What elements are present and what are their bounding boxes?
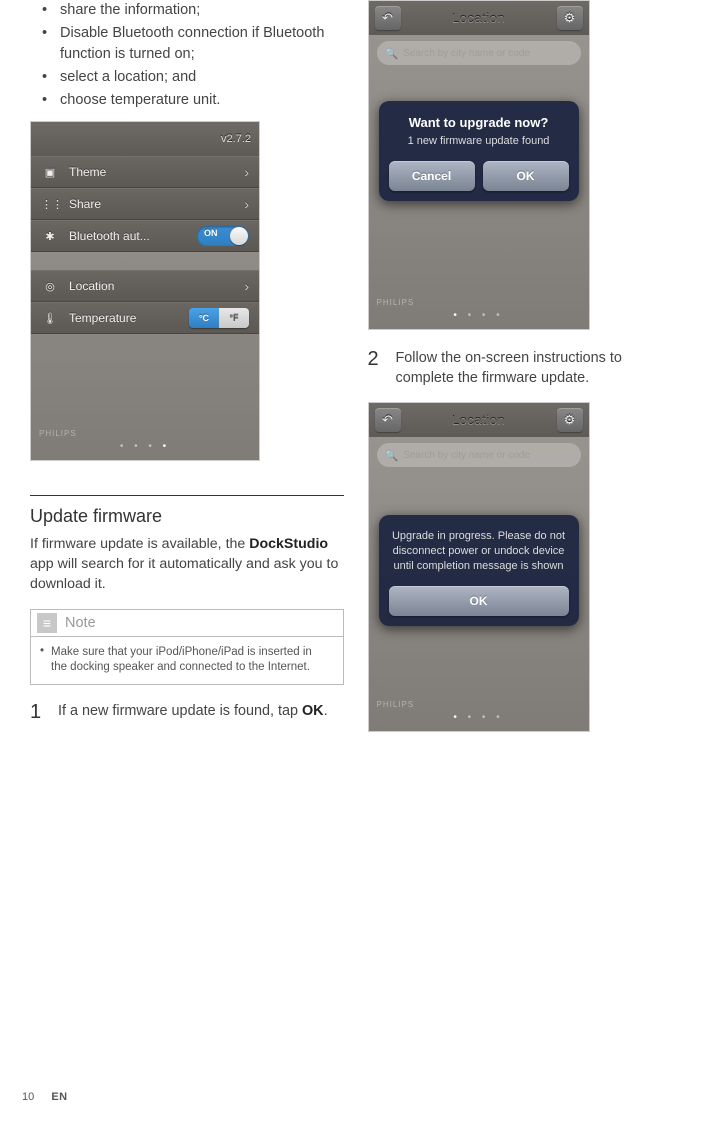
row-separator xyxy=(31,252,259,270)
brand-logo: PHILIPS xyxy=(377,700,415,709)
step-1: 1 If a new firmware update is found, tap… xyxy=(30,701,344,723)
step-text-fragment: If a new firmware update is found, tap xyxy=(58,703,302,719)
body-text: app will search for it automatically and… xyxy=(30,556,338,592)
theme-row[interactable]: ▣ Theme › xyxy=(31,156,259,188)
gear-icon: ⚙ xyxy=(564,10,576,26)
app-version-label: v2.7.2 xyxy=(221,133,251,145)
ok-bold: OK xyxy=(302,703,324,719)
note-icon: ≡ xyxy=(37,613,57,633)
celsius-option[interactable]: °C xyxy=(189,308,219,328)
step-text-fragment: . xyxy=(324,703,328,719)
settings-button[interactable]: ⚙ xyxy=(557,408,583,432)
pager-dots: • • • • xyxy=(369,712,589,723)
step-number: 1 xyxy=(30,701,58,723)
fahrenheit-option[interactable]: °F xyxy=(219,308,249,328)
search-icon: 🔍 xyxy=(385,47,399,60)
toggle-knob xyxy=(230,227,248,245)
location-row[interactable]: ◎ Location › xyxy=(31,270,259,302)
upgrade-modal: Want to upgrade now? 1 new firmware upda… xyxy=(379,101,579,201)
bullet-text: choose temperature unit. xyxy=(60,92,220,108)
search-placeholder: Search by city name or code xyxy=(403,48,530,59)
bullet-text: Disable Bluetooth connection if Bluetoot… xyxy=(60,25,324,62)
note-label: Note xyxy=(65,615,96,631)
page: share the information; Disable Bluetooth… xyxy=(0,0,711,732)
nav-title: Location xyxy=(452,11,505,26)
pager-dots: • • • • xyxy=(369,310,589,321)
chevron-right-icon: › xyxy=(244,196,249,212)
left-column: share the information; Disable Bluetooth… xyxy=(18,0,356,732)
bluetooth-label: Bluetooth aut... xyxy=(69,229,197,243)
bluetooth-row[interactable]: ✱ Bluetooth aut... ON xyxy=(31,220,259,252)
step-2: 2 Follow the on-screen instructions to c… xyxy=(368,348,682,388)
chevron-right-icon: › xyxy=(244,164,249,180)
ok-button[interactable]: OK xyxy=(483,161,569,191)
pager-dots: • • • • xyxy=(31,441,259,452)
modal-title: Want to upgrade now? xyxy=(389,115,569,130)
cancel-button[interactable]: Cancel xyxy=(389,161,475,191)
update-firmware-heading: Update firmware xyxy=(30,506,344,527)
location-navbar: ↶ Location ⚙ xyxy=(369,403,589,437)
modal-message: 1 new firmware update found xyxy=(389,134,569,149)
upgrade-progress-screenshot: ↶ Location ⚙ 🔍 Search by city name or co… xyxy=(368,402,590,732)
bullet-item: Disable Bluetooth connection if Bluetoot… xyxy=(60,23,344,65)
temperature-icon: 🌡 xyxy=(41,312,59,325)
dockstudio-name: DockStudio xyxy=(249,536,328,552)
update-firmware-body: If firmware update is available, the Doc… xyxy=(30,535,344,595)
search-placeholder: Search by city name or code xyxy=(403,450,530,461)
section-rule xyxy=(30,495,344,496)
page-footer: 10 EN xyxy=(22,1091,68,1103)
step-text: If a new firmware update is found, tap O… xyxy=(58,701,344,723)
toggle-on-label: ON xyxy=(204,228,218,238)
feature-bullet-list: share the information; Disable Bluetooth… xyxy=(60,0,344,111)
back-button[interactable]: ↶ xyxy=(375,6,401,30)
search-input[interactable]: 🔍 Search by city name or code xyxy=(377,443,581,467)
theme-icon: ▣ xyxy=(41,166,59,179)
temperature-label: Temperature xyxy=(69,311,189,325)
nav-title: Location xyxy=(452,413,505,428)
note-box: ≡ Note Make sure that your iPod/iPhone/i… xyxy=(30,609,344,685)
note-header: ≡ Note xyxy=(31,610,343,636)
settings-screenshot: v2.7.2 ▣ Theme › ⋮⋮ Share › ✱ Bluetooth … xyxy=(30,121,260,461)
location-navbar: ↶ Location ⚙ xyxy=(369,1,589,35)
location-label: Location xyxy=(69,279,244,293)
back-arrow-icon: ↶ xyxy=(382,412,393,428)
bluetooth-icon: ✱ xyxy=(41,230,59,243)
share-icon: ⋮⋮ xyxy=(41,198,59,211)
language-code: EN xyxy=(51,1091,67,1103)
location-icon: ◎ xyxy=(41,280,59,293)
brand-logo: PHILIPS xyxy=(39,429,77,438)
bullet-item: choose temperature unit. xyxy=(60,90,344,111)
bullet-text: share the information; xyxy=(60,2,200,18)
search-input[interactable]: 🔍 Search by city name or code xyxy=(377,41,581,65)
settings-navbar: v2.7.2 xyxy=(31,122,259,156)
bluetooth-toggle[interactable]: ON xyxy=(197,226,249,246)
step-text: Follow the on-screen instructions to com… xyxy=(396,348,682,388)
settings-button[interactable]: ⚙ xyxy=(557,6,583,30)
bullet-text: select a location; and xyxy=(60,69,196,85)
upgrade-prompt-screenshot: ↶ Location ⚙ 🔍 Search by city name or co… xyxy=(368,0,590,330)
modal-button-row: OK xyxy=(389,586,569,616)
bullet-item: share the information; xyxy=(60,0,344,21)
gear-icon: ⚙ xyxy=(564,412,576,428)
note-body: Make sure that your iPod/iPhone/iPad is … xyxy=(31,636,343,684)
modal-message: Upgrade in progress. Please do not disco… xyxy=(389,529,569,574)
body-text: If firmware update is available, the xyxy=(30,536,249,552)
share-row[interactable]: ⋮⋮ Share › xyxy=(31,188,259,220)
search-icon: 🔍 xyxy=(385,449,399,462)
back-arrow-icon: ↶ xyxy=(382,10,393,26)
brand-logo: PHILIPS xyxy=(377,298,415,307)
step-number: 2 xyxy=(368,348,396,388)
back-button[interactable]: ↶ xyxy=(375,408,401,432)
ok-button[interactable]: OK xyxy=(389,586,569,616)
chevron-right-icon: › xyxy=(244,278,249,294)
right-column: ↶ Location ⚙ 🔍 Search by city name or co… xyxy=(356,0,694,732)
bullet-item: select a location; and xyxy=(60,67,344,88)
theme-label: Theme xyxy=(69,165,244,179)
modal-button-row: Cancel OK xyxy=(389,161,569,191)
temperature-unit-segment[interactable]: °C °F xyxy=(189,308,249,328)
temperature-row[interactable]: 🌡 Temperature °C °F xyxy=(31,302,259,334)
progress-modal: Upgrade in progress. Please do not disco… xyxy=(379,515,579,626)
page-number: 10 xyxy=(22,1091,34,1103)
share-label: Share xyxy=(69,197,244,211)
